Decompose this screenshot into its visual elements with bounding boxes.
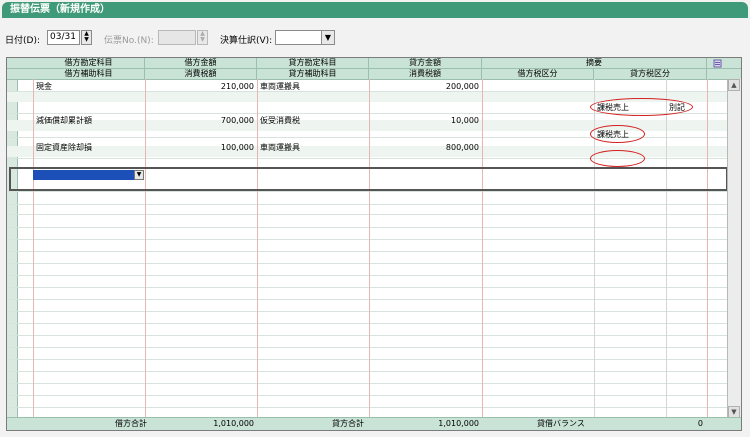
header-credit-sub: 貸方補助科目: [257, 69, 369, 79]
credit-total-label: 貸方合計: [332, 419, 364, 428]
debit-total: 1,010,000: [213, 419, 254, 428]
col-divider: [369, 79, 370, 418]
credit-total: 1,010,000: [438, 419, 479, 428]
credit-account-cell[interactable]: 車両運搬具: [260, 142, 300, 153]
col-divider: [666, 79, 667, 418]
row-divider: [7, 275, 741, 276]
credit-account-cell[interactable]: 仮受消費税: [260, 115, 300, 126]
toolbar: 日付(D): 03/31 ▲ ▼ 伝票No.(N): ▲ ▼ 決算仕訳(V): ▼: [0, 30, 750, 48]
highlight-oval: [590, 98, 693, 116]
col-divider: [33, 79, 34, 418]
debit-total-label: 借方合計: [115, 419, 147, 428]
row-divider: [7, 371, 741, 372]
row-divider: [7, 407, 741, 408]
header-credit-tax: 消費税額: [369, 69, 482, 79]
highlight-oval: [590, 150, 645, 167]
row-divider: [7, 191, 741, 192]
header-row-2: 借方補助科目 消費税額 貸方補助科目 消費税額 借方税区分 貸方税区分: [7, 69, 741, 80]
chevron-down-icon[interactable]: ▼: [321, 31, 334, 44]
debit-amount-cell[interactable]: 700,000: [148, 115, 254, 126]
row-divider: [7, 383, 741, 384]
header-credit-taxcat: 貸方税区分: [594, 69, 707, 79]
credit-amount-cell[interactable]: 200,000: [372, 81, 479, 92]
balance-value: 0: [697, 419, 703, 428]
chevron-down-icon[interactable]: ▼: [134, 170, 144, 180]
date-spinner[interactable]: ▲ ▼: [81, 30, 92, 45]
row-divider: [7, 204, 741, 205]
header-credit-account: 貸方勘定科目: [257, 58, 369, 68]
header-credit-amount: 貸方金額: [369, 58, 482, 68]
date-input[interactable]: 03/31: [47, 30, 80, 45]
kessan-select[interactable]: ▼: [275, 30, 335, 45]
row-divider: [7, 335, 741, 336]
row-divider: [7, 239, 741, 240]
col-divider: [482, 79, 483, 418]
window-title: 振替伝票（新規作成）: [2, 2, 748, 18]
vertical-scrollbar[interactable]: ▲ ▼: [727, 79, 741, 418]
credit-amount-cell[interactable]: 10,000: [372, 115, 479, 126]
row-divider: [7, 263, 741, 264]
col-divider: [707, 79, 708, 418]
row-divider: [7, 251, 741, 252]
row-divider: [7, 299, 741, 300]
memo-icon[interactable]: [707, 58, 728, 68]
date-label: 日付(D):: [5, 36, 40, 46]
credit-account-cell[interactable]: 車両運搬具: [260, 81, 300, 92]
row-divider: [7, 359, 741, 360]
highlight-oval: [590, 125, 645, 143]
header-memo: 摘要: [482, 58, 707, 68]
debit-account-cell[interactable]: 現金: [36, 81, 52, 92]
header-row-1: 借方勘定科目 借方金額 貸方勘定科目 貸方金額 摘要: [7, 58, 741, 69]
row-divider: [7, 311, 741, 312]
credit-amount-cell[interactable]: 800,000: [372, 142, 479, 153]
denpyo-no-spinner[interactable]: ▲ ▼: [197, 30, 208, 45]
header-debit-taxcat: 借方税区分: [482, 69, 594, 79]
header-debit-account: 借方勘定科目: [33, 58, 145, 68]
debit-account-cell[interactable]: 減価償却累計額: [36, 115, 92, 126]
kessan-label: 決算仕訳(V):: [220, 36, 273, 46]
col-divider: [145, 79, 146, 418]
row-divider: [7, 395, 741, 396]
denpyo-no-label: 伝票No.(N):: [104, 36, 154, 46]
header-debit-amount: 借方金額: [145, 58, 257, 68]
debit-amount-cell[interactable]: 100,000: [148, 142, 254, 153]
row-divider: [7, 227, 741, 228]
debit-amount-cell[interactable]: 210,000: [148, 81, 254, 92]
row-divider: [7, 347, 741, 348]
header-debit-tax: 消費税額: [145, 69, 257, 79]
denpyo-no-input[interactable]: [158, 30, 196, 45]
scroll-up-icon[interactable]: ▲: [728, 79, 740, 91]
header-debit-sub: 借方補助科目: [33, 69, 145, 79]
row-divider: [7, 287, 741, 288]
totals-footer: 借方合計 1,010,000 貸方合計 1,010,000 貸借バランス 0: [7, 417, 741, 430]
row-divider: [7, 214, 741, 215]
debit-account-cell[interactable]: 固定資産除却損: [36, 142, 92, 153]
col-divider: [257, 79, 258, 418]
balance-label: 貸借バランス: [537, 419, 585, 428]
selected-cell[interactable]: [33, 170, 144, 180]
row-divider: [7, 323, 741, 324]
journal-grid[interactable]: 借方勘定科目 借方金額 貸方勘定科目 貸方金額 摘要 借方補助科目 消費税額 貸…: [6, 57, 742, 431]
